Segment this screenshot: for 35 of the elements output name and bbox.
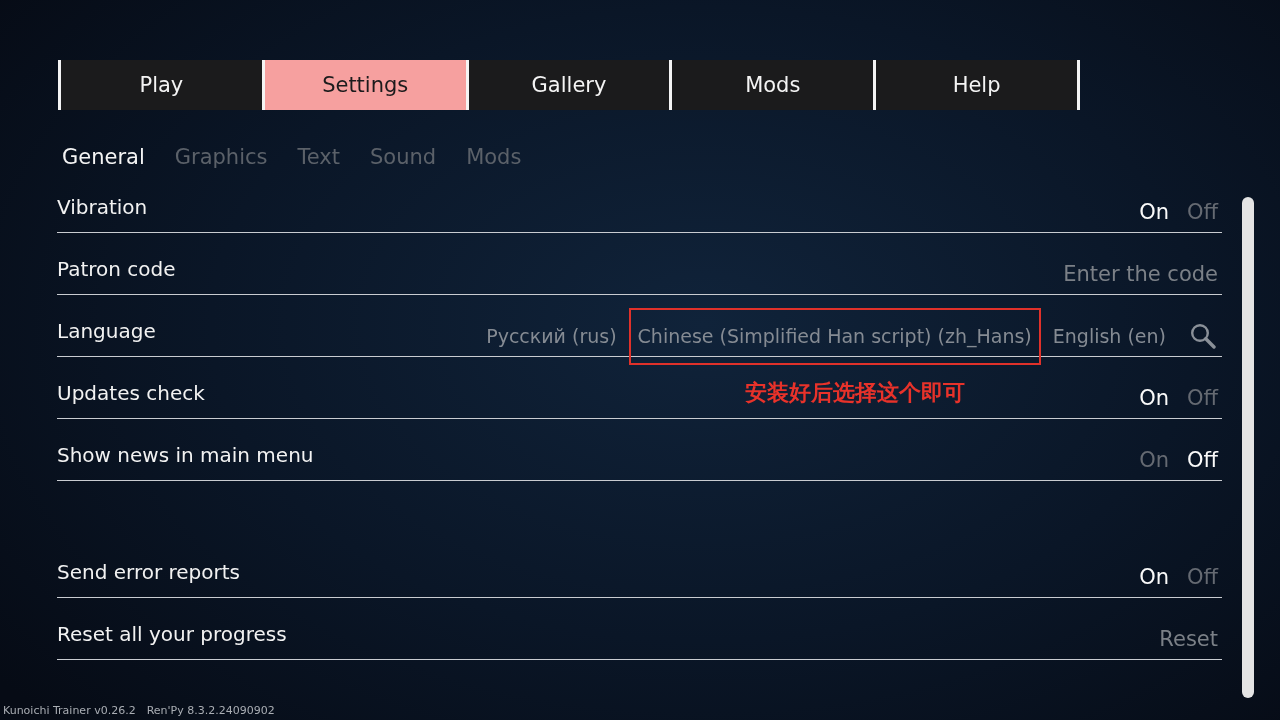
version-text: Kunoichi Trainer v0.26.2 [3,704,136,718]
toggle-option[interactable]: On [1139,386,1169,411]
sub-tab[interactable]: General [62,144,145,171]
sub-tab[interactable]: Text [297,144,340,171]
setting-label: Vibration [57,195,148,221]
main-tab[interactable]: Gallery [465,60,670,110]
main-tab[interactable]: Mods [669,60,874,110]
sub-tab[interactable]: Graphics [174,144,268,171]
search-icon[interactable] [1190,323,1216,349]
reset-button[interactable]: Reset [1159,627,1218,652]
toggle-option[interactable]: Off [1187,565,1218,590]
scrollbar[interactable] [1242,197,1254,698]
setting-label: Patron code [57,257,176,283]
language-option[interactable]: English (en) [1043,307,1175,365]
version-text: Ren'Py 8.3.2.24090902 [146,704,275,718]
main-tab[interactable]: Play [58,60,262,110]
annotation-text: 安装好后选择这个即可 [744,379,965,406]
setting-label: Updates check [57,381,205,407]
main-tab[interactable]: Settings [261,60,466,110]
setting-label: Send error reports [57,560,240,586]
setting-label: Language [57,319,156,345]
main-tab[interactable]: Help [873,60,1080,110]
toggle-option[interactable]: On [1139,565,1169,590]
language-option[interactable]: Chinese (Simplified Han script) (zh_Hans) [628,307,1041,365]
toggle-option[interactable]: Off [1187,386,1218,411]
sub-tab[interactable]: Sound [370,144,437,171]
code-input-field[interactable]: Enter the code [918,262,1218,287]
setting-label: Show news in main menu [57,443,314,469]
toggle-option[interactable]: On [1139,200,1169,225]
setting-label: Reset all your progress [57,622,287,648]
sub-tab[interactable]: Mods [466,144,522,171]
language-option[interactable]: Русский (rus) [477,307,626,365]
toggle-option[interactable]: Off [1187,448,1218,473]
toggle-option[interactable]: Off [1187,200,1218,225]
toggle-option[interactable]: On [1139,448,1169,473]
